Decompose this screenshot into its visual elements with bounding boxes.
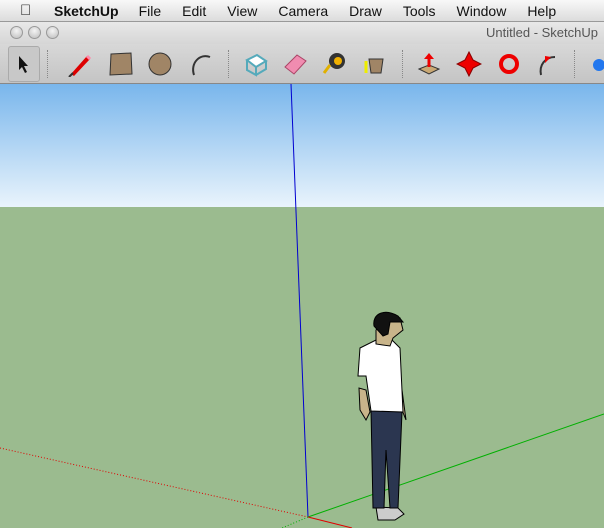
menu-file[interactable]: File [139, 3, 162, 19]
menu-bar:  SketchUp File Edit View Camera Draw To… [0, 0, 604, 22]
select-icon [19, 56, 28, 73]
move-icon [456, 51, 482, 77]
follow-me-icon [539, 56, 556, 76]
circle-icon [148, 52, 172, 76]
menu-tools[interactable]: Tools [403, 3, 436, 19]
push-pull-icon [417, 53, 441, 75]
tape-measure-icon [322, 53, 345, 74]
paint-bucket-icon [364, 58, 384, 74]
apple-icon[interactable]:  [20, 2, 44, 19]
window-title: Untitled - SketchUp [486, 25, 598, 40]
rectangle-tool[interactable] [107, 50, 135, 78]
arc-tool[interactable] [187, 50, 215, 78]
menu-view[interactable]: View [227, 3, 257, 19]
offset-tool[interactable] [586, 50, 604, 78]
eraser-icon [284, 54, 307, 75]
paint-bucket-tool[interactable] [360, 50, 388, 78]
tape-measure-tool[interactable] [320, 50, 348, 78]
menu-camera[interactable]: Camera [278, 3, 328, 19]
menu-draw[interactable]: Draw [349, 3, 382, 19]
sky [0, 84, 604, 208]
zoom-button[interactable] [46, 26, 59, 39]
menu-window[interactable]: Window [457, 3, 507, 19]
make-component-tool[interactable] [242, 50, 270, 78]
toolbar [0, 44, 604, 84]
window-titlebar: Untitled - SketchUp [0, 22, 604, 44]
rotate-tool[interactable] [495, 50, 523, 78]
rectangle-icon [109, 52, 133, 76]
menu-help[interactable]: Help [527, 3, 556, 19]
make-component-icon [245, 53, 268, 77]
menu-edit[interactable]: Edit [182, 3, 206, 19]
offset-icon [593, 59, 604, 71]
eraser-tool[interactable] [281, 50, 309, 78]
push-pull-tool[interactable] [415, 50, 443, 78]
pencil-icon [68, 54, 92, 77]
move-tool[interactable] [455, 50, 483, 78]
arc-icon [192, 55, 211, 76]
close-button[interactable] [10, 26, 23, 39]
menu-app[interactable]: SketchUp [54, 3, 119, 19]
rotate-icon [499, 54, 519, 74]
circle-tool[interactable] [146, 50, 174, 78]
follow-me-tool[interactable] [534, 50, 562, 78]
select-tool[interactable] [10, 50, 38, 78]
drawing-viewport[interactable] [0, 84, 604, 528]
pencil-tool[interactable] [66, 50, 94, 78]
minimize-button[interactable] [28, 26, 41, 39]
